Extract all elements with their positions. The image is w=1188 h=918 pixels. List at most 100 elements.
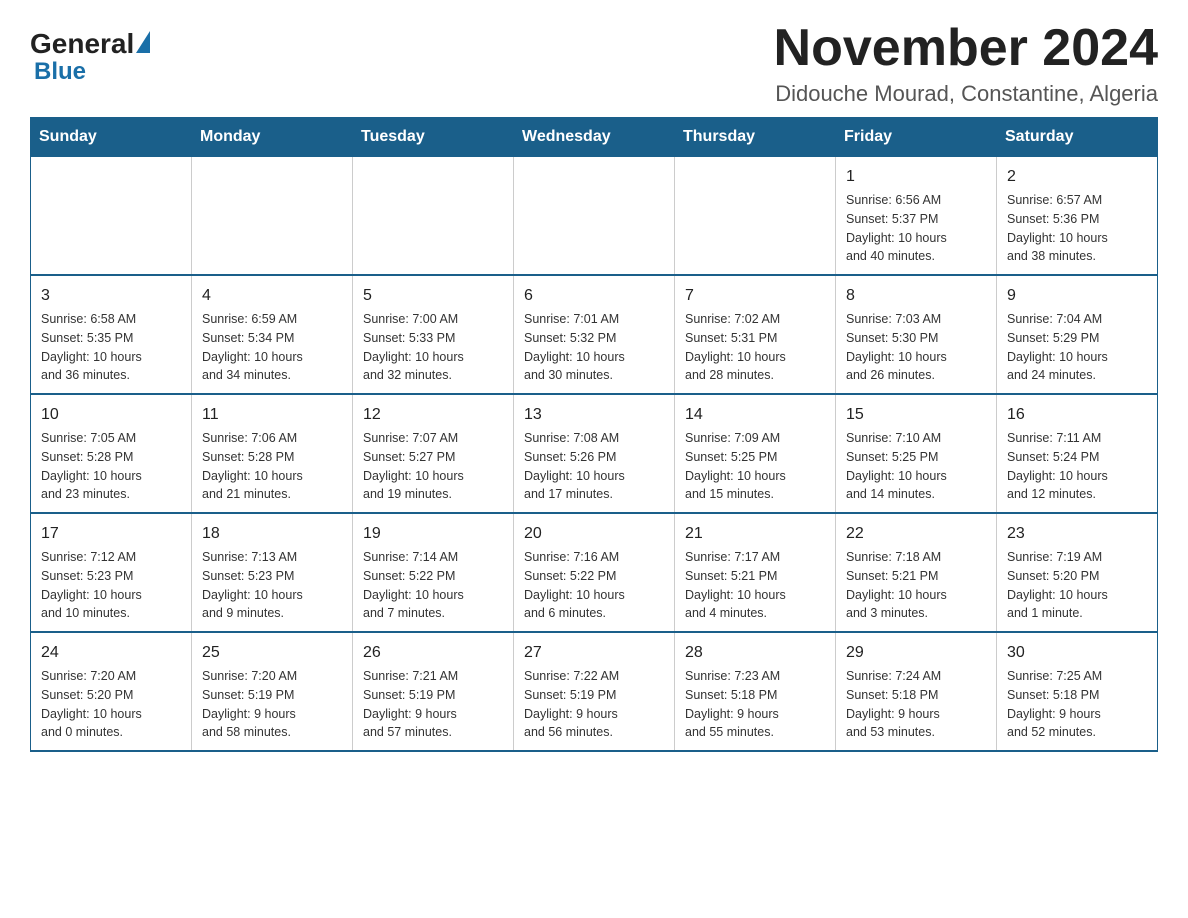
- month-title: November 2024: [774, 20, 1158, 77]
- day-number: 9: [1007, 284, 1147, 308]
- day-info: Sunrise: 7:16 AMSunset: 5:22 PMDaylight:…: [524, 548, 664, 623]
- day-info: Sunrise: 7:08 AMSunset: 5:26 PMDaylight:…: [524, 429, 664, 504]
- calendar-cell: 19Sunrise: 7:14 AMSunset: 5:22 PMDayligh…: [353, 513, 514, 632]
- calendar-cell: 3Sunrise: 6:58 AMSunset: 5:35 PMDaylight…: [31, 275, 192, 394]
- weekday-header-thursday: Thursday: [675, 118, 836, 157]
- day-info: Sunrise: 7:20 AMSunset: 5:20 PMDaylight:…: [41, 667, 181, 742]
- day-number: 28: [685, 641, 825, 665]
- day-number: 10: [41, 403, 181, 427]
- week-row-4: 17Sunrise: 7:12 AMSunset: 5:23 PMDayligh…: [31, 513, 1158, 632]
- weekday-header-wednesday: Wednesday: [514, 118, 675, 157]
- calendar-cell: [675, 157, 836, 276]
- location-subtitle: Didouche Mourad, Constantine, Algeria: [774, 81, 1158, 107]
- weekday-header-saturday: Saturday: [997, 118, 1158, 157]
- calendar-cell: [31, 157, 192, 276]
- day-number: 8: [846, 284, 986, 308]
- day-number: 19: [363, 522, 503, 546]
- day-info: Sunrise: 7:19 AMSunset: 5:20 PMDaylight:…: [1007, 548, 1147, 623]
- day-info: Sunrise: 7:12 AMSunset: 5:23 PMDaylight:…: [41, 548, 181, 623]
- day-number: 26: [363, 641, 503, 665]
- day-number: 4: [202, 284, 342, 308]
- day-info: Sunrise: 7:13 AMSunset: 5:23 PMDaylight:…: [202, 548, 342, 623]
- day-number: 3: [41, 284, 181, 308]
- day-info: Sunrise: 7:20 AMSunset: 5:19 PMDaylight:…: [202, 667, 342, 742]
- day-info: Sunrise: 7:06 AMSunset: 5:28 PMDaylight:…: [202, 429, 342, 504]
- day-number: 21: [685, 522, 825, 546]
- calendar-cell: 29Sunrise: 7:24 AMSunset: 5:18 PMDayligh…: [836, 632, 997, 751]
- day-number: 14: [685, 403, 825, 427]
- calendar-header: SundayMondayTuesdayWednesdayThursdayFrid…: [31, 118, 1158, 157]
- day-info: Sunrise: 7:14 AMSunset: 5:22 PMDaylight:…: [363, 548, 503, 623]
- logo-blue-text: Blue: [34, 58, 86, 86]
- calendar-cell: 28Sunrise: 7:23 AMSunset: 5:18 PMDayligh…: [675, 632, 836, 751]
- day-number: 29: [846, 641, 986, 665]
- day-number: 6: [524, 284, 664, 308]
- week-row-2: 3Sunrise: 6:58 AMSunset: 5:35 PMDaylight…: [31, 275, 1158, 394]
- calendar-cell: 25Sunrise: 7:20 AMSunset: 5:19 PMDayligh…: [192, 632, 353, 751]
- day-info: Sunrise: 6:56 AMSunset: 5:37 PMDaylight:…: [846, 191, 986, 266]
- calendar-cell: 12Sunrise: 7:07 AMSunset: 5:27 PMDayligh…: [353, 394, 514, 513]
- calendar-cell: 27Sunrise: 7:22 AMSunset: 5:19 PMDayligh…: [514, 632, 675, 751]
- day-info: Sunrise: 7:10 AMSunset: 5:25 PMDaylight:…: [846, 429, 986, 504]
- weekday-header-sunday: Sunday: [31, 118, 192, 157]
- calendar-cell: 6Sunrise: 7:01 AMSunset: 5:32 PMDaylight…: [514, 275, 675, 394]
- calendar-cell: 9Sunrise: 7:04 AMSunset: 5:29 PMDaylight…: [997, 275, 1158, 394]
- day-number: 20: [524, 522, 664, 546]
- calendar-cell: 18Sunrise: 7:13 AMSunset: 5:23 PMDayligh…: [192, 513, 353, 632]
- calendar-cell: 7Sunrise: 7:02 AMSunset: 5:31 PMDaylight…: [675, 275, 836, 394]
- calendar-body: 1Sunrise: 6:56 AMSunset: 5:37 PMDaylight…: [31, 157, 1158, 752]
- day-number: 24: [41, 641, 181, 665]
- day-number: 12: [363, 403, 503, 427]
- day-info: Sunrise: 7:01 AMSunset: 5:32 PMDaylight:…: [524, 310, 664, 385]
- day-number: 22: [846, 522, 986, 546]
- calendar-cell: 5Sunrise: 7:00 AMSunset: 5:33 PMDaylight…: [353, 275, 514, 394]
- calendar-cell: 13Sunrise: 7:08 AMSunset: 5:26 PMDayligh…: [514, 394, 675, 513]
- calendar-cell: 8Sunrise: 7:03 AMSunset: 5:30 PMDaylight…: [836, 275, 997, 394]
- day-number: 7: [685, 284, 825, 308]
- day-info: Sunrise: 6:59 AMSunset: 5:34 PMDaylight:…: [202, 310, 342, 385]
- day-info: Sunrise: 7:22 AMSunset: 5:19 PMDaylight:…: [524, 667, 664, 742]
- day-info: Sunrise: 7:25 AMSunset: 5:18 PMDaylight:…: [1007, 667, 1147, 742]
- day-info: Sunrise: 7:05 AMSunset: 5:28 PMDaylight:…: [41, 429, 181, 504]
- day-number: 18: [202, 522, 342, 546]
- day-info: Sunrise: 7:23 AMSunset: 5:18 PMDaylight:…: [685, 667, 825, 742]
- day-number: 2: [1007, 165, 1147, 189]
- day-info: Sunrise: 6:57 AMSunset: 5:36 PMDaylight:…: [1007, 191, 1147, 266]
- day-info: Sunrise: 7:21 AMSunset: 5:19 PMDaylight:…: [363, 667, 503, 742]
- calendar-cell: [192, 157, 353, 276]
- calendar-cell: 4Sunrise: 6:59 AMSunset: 5:34 PMDaylight…: [192, 275, 353, 394]
- day-info: Sunrise: 7:09 AMSunset: 5:25 PMDaylight:…: [685, 429, 825, 504]
- logo-triangle-icon: [136, 31, 150, 53]
- weekday-header-tuesday: Tuesday: [353, 118, 514, 157]
- week-row-5: 24Sunrise: 7:20 AMSunset: 5:20 PMDayligh…: [31, 632, 1158, 751]
- calendar-cell: 2Sunrise: 6:57 AMSunset: 5:36 PMDaylight…: [997, 157, 1158, 276]
- logo-general-text: General: [30, 30, 134, 58]
- calendar-cell: 24Sunrise: 7:20 AMSunset: 5:20 PMDayligh…: [31, 632, 192, 751]
- day-number: 5: [363, 284, 503, 308]
- calendar-cell: 23Sunrise: 7:19 AMSunset: 5:20 PMDayligh…: [997, 513, 1158, 632]
- day-number: 27: [524, 641, 664, 665]
- logo-top: General: [30, 30, 150, 58]
- calendar-cell: 26Sunrise: 7:21 AMSunset: 5:19 PMDayligh…: [353, 632, 514, 751]
- calendar-cell: 10Sunrise: 7:05 AMSunset: 5:28 PMDayligh…: [31, 394, 192, 513]
- weekday-header-row: SundayMondayTuesdayWednesdayThursdayFrid…: [31, 118, 1158, 157]
- calendar-cell: [353, 157, 514, 276]
- day-info: Sunrise: 7:07 AMSunset: 5:27 PMDaylight:…: [363, 429, 503, 504]
- calendar-cell: 21Sunrise: 7:17 AMSunset: 5:21 PMDayligh…: [675, 513, 836, 632]
- weekday-header-monday: Monday: [192, 118, 353, 157]
- day-info: Sunrise: 7:00 AMSunset: 5:33 PMDaylight:…: [363, 310, 503, 385]
- day-number: 15: [846, 403, 986, 427]
- calendar-cell: 16Sunrise: 7:11 AMSunset: 5:24 PMDayligh…: [997, 394, 1158, 513]
- day-info: Sunrise: 7:17 AMSunset: 5:21 PMDaylight:…: [685, 548, 825, 623]
- calendar-cell: 30Sunrise: 7:25 AMSunset: 5:18 PMDayligh…: [997, 632, 1158, 751]
- title-area: November 2024 Didouche Mourad, Constanti…: [774, 20, 1158, 107]
- day-info: Sunrise: 6:58 AMSunset: 5:35 PMDaylight:…: [41, 310, 181, 385]
- day-number: 30: [1007, 641, 1147, 665]
- day-info: Sunrise: 7:04 AMSunset: 5:29 PMDaylight:…: [1007, 310, 1147, 385]
- calendar-cell: 20Sunrise: 7:16 AMSunset: 5:22 PMDayligh…: [514, 513, 675, 632]
- week-row-3: 10Sunrise: 7:05 AMSunset: 5:28 PMDayligh…: [31, 394, 1158, 513]
- day-info: Sunrise: 7:18 AMSunset: 5:21 PMDaylight:…: [846, 548, 986, 623]
- calendar-cell: [514, 157, 675, 276]
- day-number: 25: [202, 641, 342, 665]
- day-number: 13: [524, 403, 664, 427]
